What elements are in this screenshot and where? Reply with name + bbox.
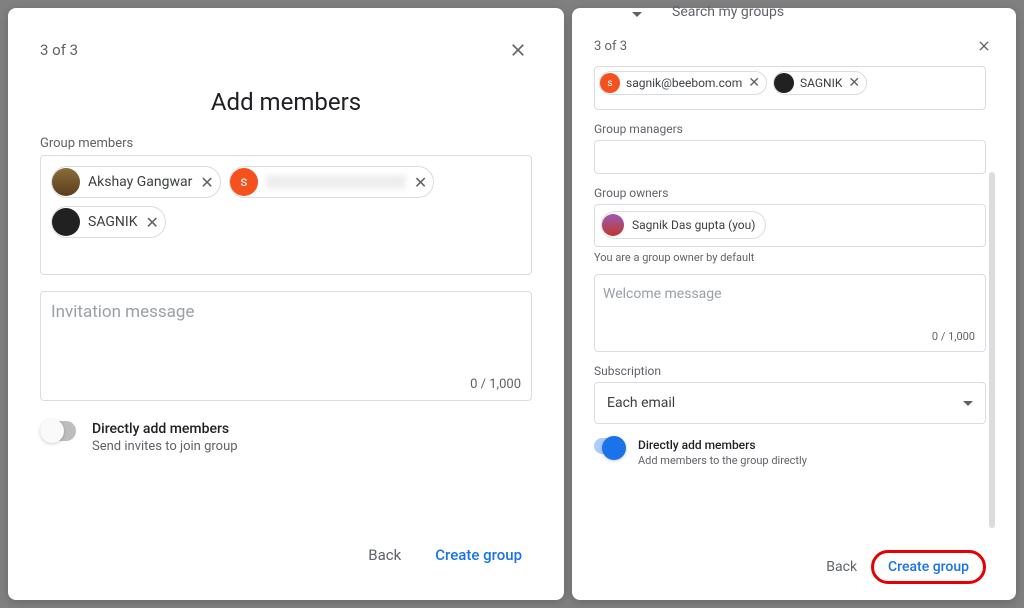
close-icon[interactable] — [504, 36, 532, 64]
back-button[interactable]: Back — [364, 538, 405, 572]
member-chip[interactable]: SAGNIK ✕ — [51, 206, 166, 238]
right-scroll-area: s sagnik@beebom.com ✕ SAGNIK ✕ Group man… — [594, 60, 998, 584]
bg-search-text: Search my groups — [672, 4, 784, 20]
group-owners-input[interactable]: Sagnik Das gupta (you) — [594, 204, 986, 247]
create-group-button[interactable]: Create group — [871, 550, 986, 584]
dialog-right: Search my groups 3 of 3 s sagnik@beebom.… — [572, 8, 1016, 600]
bg-dropdown-icon — [632, 6, 652, 22]
chip-remove-icon[interactable]: ✕ — [848, 75, 860, 91]
toggle-title: Directly add members — [638, 438, 807, 452]
toggle-text: Directly add members Add members to the … — [638, 438, 807, 467]
chip-remove-icon[interactable]: ✕ — [200, 173, 213, 192]
step-indicator: 3 of 3 — [40, 41, 78, 59]
owner-helper-text: You are a group owner by default — [594, 251, 986, 264]
directly-add-toggle[interactable] — [594, 438, 624, 454]
toggle-text: Directly add members Send invites to joi… — [92, 421, 238, 454]
chip-remove-icon[interactable]: ✕ — [414, 173, 427, 192]
subscription-value: Each email — [607, 395, 675, 411]
member-chip-label: SAGNIK — [88, 214, 138, 230]
welcome-message-input[interactable]: Welcome message 0 / 1,000 — [594, 274, 986, 352]
member-chip-label: SAGNIK — [800, 76, 842, 90]
invitation-placeholder: Invitation message — [51, 302, 194, 322]
close-icon[interactable] — [970, 32, 998, 60]
owner-chip-label: Sagnik Das gupta (you) — [632, 218, 755, 232]
char-count: 0 / 1,000 — [932, 330, 975, 343]
member-chip-label — [266, 175, 406, 189]
chevron-down-icon — [963, 401, 973, 406]
member-chip[interactable]: SAGNIK ✕ — [773, 71, 867, 95]
owner-chip[interactable]: Sagnik Das gupta (you) — [601, 211, 766, 239]
toggle-subtitle: Add members to the group directly — [638, 454, 807, 467]
avatar-icon — [52, 208, 80, 236]
member-chip-label: sagnik@beebom.com — [626, 76, 742, 90]
dialog-footer: Back Create group — [40, 518, 532, 572]
avatar-icon: s — [600, 73, 620, 93]
dialog-title: Add members — [40, 88, 532, 116]
avatar-icon — [52, 168, 80, 196]
step-indicator: 3 of 3 — [594, 39, 627, 54]
scrollbar[interactable] — [989, 102, 995, 568]
member-chip[interactable]: s sagnik@beebom.com ✕ — [599, 71, 767, 95]
group-managers-label: Group managers — [594, 122, 986, 136]
char-count: 0 / 1,000 — [470, 377, 521, 392]
group-members-label: Group members — [40, 136, 532, 151]
directly-add-toggle[interactable] — [40, 421, 76, 441]
directly-add-toggle-row: Directly add members Add members to the … — [594, 438, 986, 467]
welcome-placeholder: Welcome message — [603, 286, 722, 302]
dialog-footer: Back Create group — [594, 534, 986, 584]
toggle-title: Directly add members — [92, 421, 238, 437]
back-button[interactable]: Back — [826, 559, 857, 575]
member-chip[interactable]: Akshay Gangwar ✕ — [51, 166, 221, 198]
directly-add-toggle-row: Directly add members Send invites to joi… — [40, 421, 532, 454]
chip-remove-icon[interactable]: ✕ — [748, 75, 760, 91]
subscription-select[interactable]: Each email — [594, 382, 986, 424]
chip-remove-icon[interactable]: ✕ — [146, 213, 159, 232]
members-chips-box[interactable]: s sagnik@beebom.com ✕ SAGNIK ✕ — [594, 66, 986, 110]
member-chip-label: Akshay Gangwar — [88, 174, 192, 190]
group-managers-input[interactable] — [594, 140, 986, 174]
subscription-label: Subscription — [594, 364, 986, 378]
dialog-header: 3 of 3 — [40, 36, 532, 64]
avatar-icon — [774, 73, 794, 93]
create-group-button[interactable]: Create group — [425, 538, 532, 572]
group-members-input[interactable]: Akshay Gangwar ✕ s ✕ SAGNIK ✕ — [40, 155, 532, 275]
dialog-left: 3 of 3 Add members Group members Akshay … — [8, 8, 564, 600]
group-owners-label: Group owners — [594, 186, 986, 200]
member-chip[interactable]: s ✕ — [229, 166, 434, 198]
avatar-icon — [602, 214, 624, 236]
invitation-message-input[interactable]: Invitation message 0 / 1,000 — [40, 291, 532, 401]
avatar-icon: s — [230, 168, 258, 196]
toggle-subtitle: Send invites to join group — [92, 439, 238, 454]
dialog-header: 3 of 3 — [594, 32, 998, 60]
